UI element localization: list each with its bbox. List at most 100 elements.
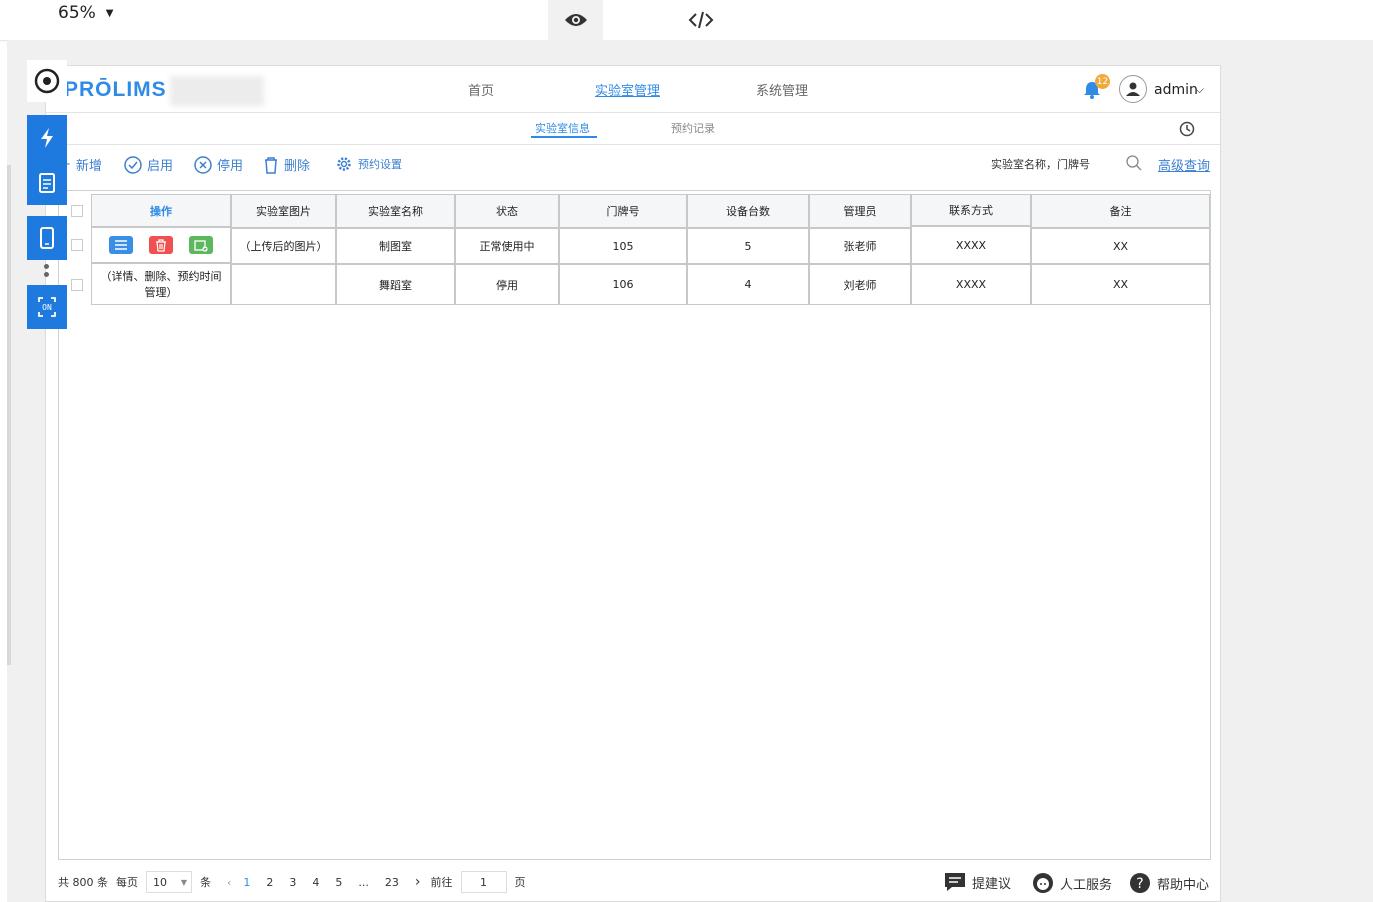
row-delete-button[interactable] [149,236,173,254]
comment-icon [945,873,965,891]
search-icon[interactable] [1125,154,1143,172]
advanced-search-link[interactable]: 高级查询 [1158,155,1210,174]
tab-lab-info[interactable]: 实验室信息 [535,120,590,136]
goto-page-input[interactable]: 1 [460,871,507,893]
page-number[interactable]: 3 [289,876,296,889]
list-icon [115,240,127,250]
enable-label: 启用 [147,159,174,174]
next-page-icon[interactable]: › [415,874,421,890]
mobile-preview-button[interactable] [27,216,67,260]
customer-service-label: 人工服务 [1060,877,1113,893]
code-view-button[interactable] [673,0,728,40]
eye-icon [564,14,587,26]
caret-down-icon: ▼ [105,7,114,19]
chevron-down-icon[interactable]: ⌵ [1195,82,1204,97]
device-count: 4 [687,264,809,305]
page-size-select[interactable]: 10 ▼ [146,871,192,893]
tab-booking-records[interactable]: 预约记录 [671,120,715,136]
goto-label: 前往 [430,876,453,889]
lightning-icon[interactable] [38,127,56,149]
row-checkbox[interactable] [71,239,83,251]
nav-home[interactable]: 首页 [468,80,494,99]
record-button[interactable] [27,60,67,102]
blurred-brand-name [170,76,264,106]
preview-button[interactable] [548,0,603,40]
zoom-select[interactable]: 65% ▼ [58,3,114,23]
zoom-value: 65% [58,3,96,23]
document-icon[interactable] [38,173,56,193]
suggest-button[interactable]: 提建议 [944,872,1011,892]
svg-text:?: ? [1136,876,1143,892]
editor-toolbar: 65% ▼ [0,0,1373,41]
check-circle-icon [124,155,142,174]
column-header: 门牌号 [559,194,687,228]
help-center-button[interactable]: ? 帮助中心 [1129,872,1209,894]
add-label: 新增 [75,159,102,174]
lab-status: 停用 [455,264,559,305]
delete-button[interactable]: 删除 [263,155,310,174]
select-all-checkbox[interactable] [71,205,83,217]
total-count: 共 800 条 [58,876,108,889]
remark: XX [1031,264,1210,305]
mobile-icon [40,227,54,249]
user-icon [1126,82,1140,96]
nav-system-management[interactable]: 系统管理 [756,80,808,99]
code-icon [688,11,713,29]
caret-down-icon: ▼ [180,877,187,887]
gear-icon [337,157,351,171]
column-header: 实验室名称 [336,194,455,228]
svg-text:ON: ON [42,303,52,312]
per-page-unit: 条 [200,876,211,889]
page-number[interactable]: 5 [335,876,342,889]
per-page-label: 每页 [116,876,138,889]
lab-status: 正常使用中 [455,228,559,264]
clock-icon[interactable] [1179,121,1195,137]
target-icon [34,68,60,94]
nav-lab-management[interactable]: 实验室管理 [595,80,660,99]
page-number[interactable]: 2 [266,876,273,889]
trash-icon [156,238,166,252]
booking-settings-label: 预约设置 [358,158,402,171]
toggle-button[interactable]: ON [27,285,67,329]
table-frame: 操作 实验室图片 实验室名称 状态 门牌号 设备台数 管理员 联系方式 备注 （… [58,190,1211,860]
row-checkbox[interactable] [71,279,83,291]
calendar-check-icon [194,239,208,252]
page-number[interactable]: 23 [385,876,399,889]
row-actions-note: （详情、删除、预约时间管理） [91,263,231,305]
delete-label: 删除 [284,159,311,174]
lab-name: 制图室 [336,228,455,264]
canvas-scrollbar[interactable] [7,165,11,665]
headset-icon [1033,873,1053,893]
lab-image: （上传后的图片） [231,228,336,264]
customer-service-button[interactable]: 人工服务 [1032,872,1112,894]
page-number[interactable]: 4 [312,876,319,889]
pagination: 共 800 条 每页 10 ▼ 条 ‹ 1 2 3 4 5 ... 23 › 前… [58,871,534,893]
column-header: 操作 [91,194,231,227]
app-header: PRŌLIMS 首页 实验室管理 系统管理 12 admin ⌵ [46,66,1220,113]
quick-tools-panel [27,115,67,205]
disable-button[interactable]: 停用 [194,155,243,174]
prev-page-icon[interactable]: ‹ [227,876,231,889]
sub-navigation: 实验室信息 预约记录 [46,113,1220,145]
help-icon: ? [1130,873,1150,893]
lab-image [231,264,336,305]
contact: XXXX [911,264,1031,305]
details-button[interactable] [109,236,133,254]
lab-admin: 刘老师 [809,264,911,305]
lab-admin: 张老师 [809,228,911,264]
trash-icon [265,156,277,174]
more-dots-icon[interactable] [44,264,50,280]
booking-time-button[interactable] [189,236,213,254]
avatar[interactable] [1119,75,1147,103]
enable-button[interactable]: 启用 [124,155,173,174]
column-header: 状态 [455,194,559,228]
user-name[interactable]: admin [1154,82,1198,98]
booking-settings-button[interactable]: 预约设置 [335,155,402,173]
active-tab-indicator [531,136,597,138]
page-ellipsis[interactable]: ... [358,876,369,889]
row-actions [91,227,231,263]
x-circle-icon [194,155,212,174]
page-number[interactable]: 1 [243,876,250,889]
search-input[interactable]: 实验室名称，门牌号 [991,154,1136,174]
notification-badge: 12 [1095,74,1110,89]
